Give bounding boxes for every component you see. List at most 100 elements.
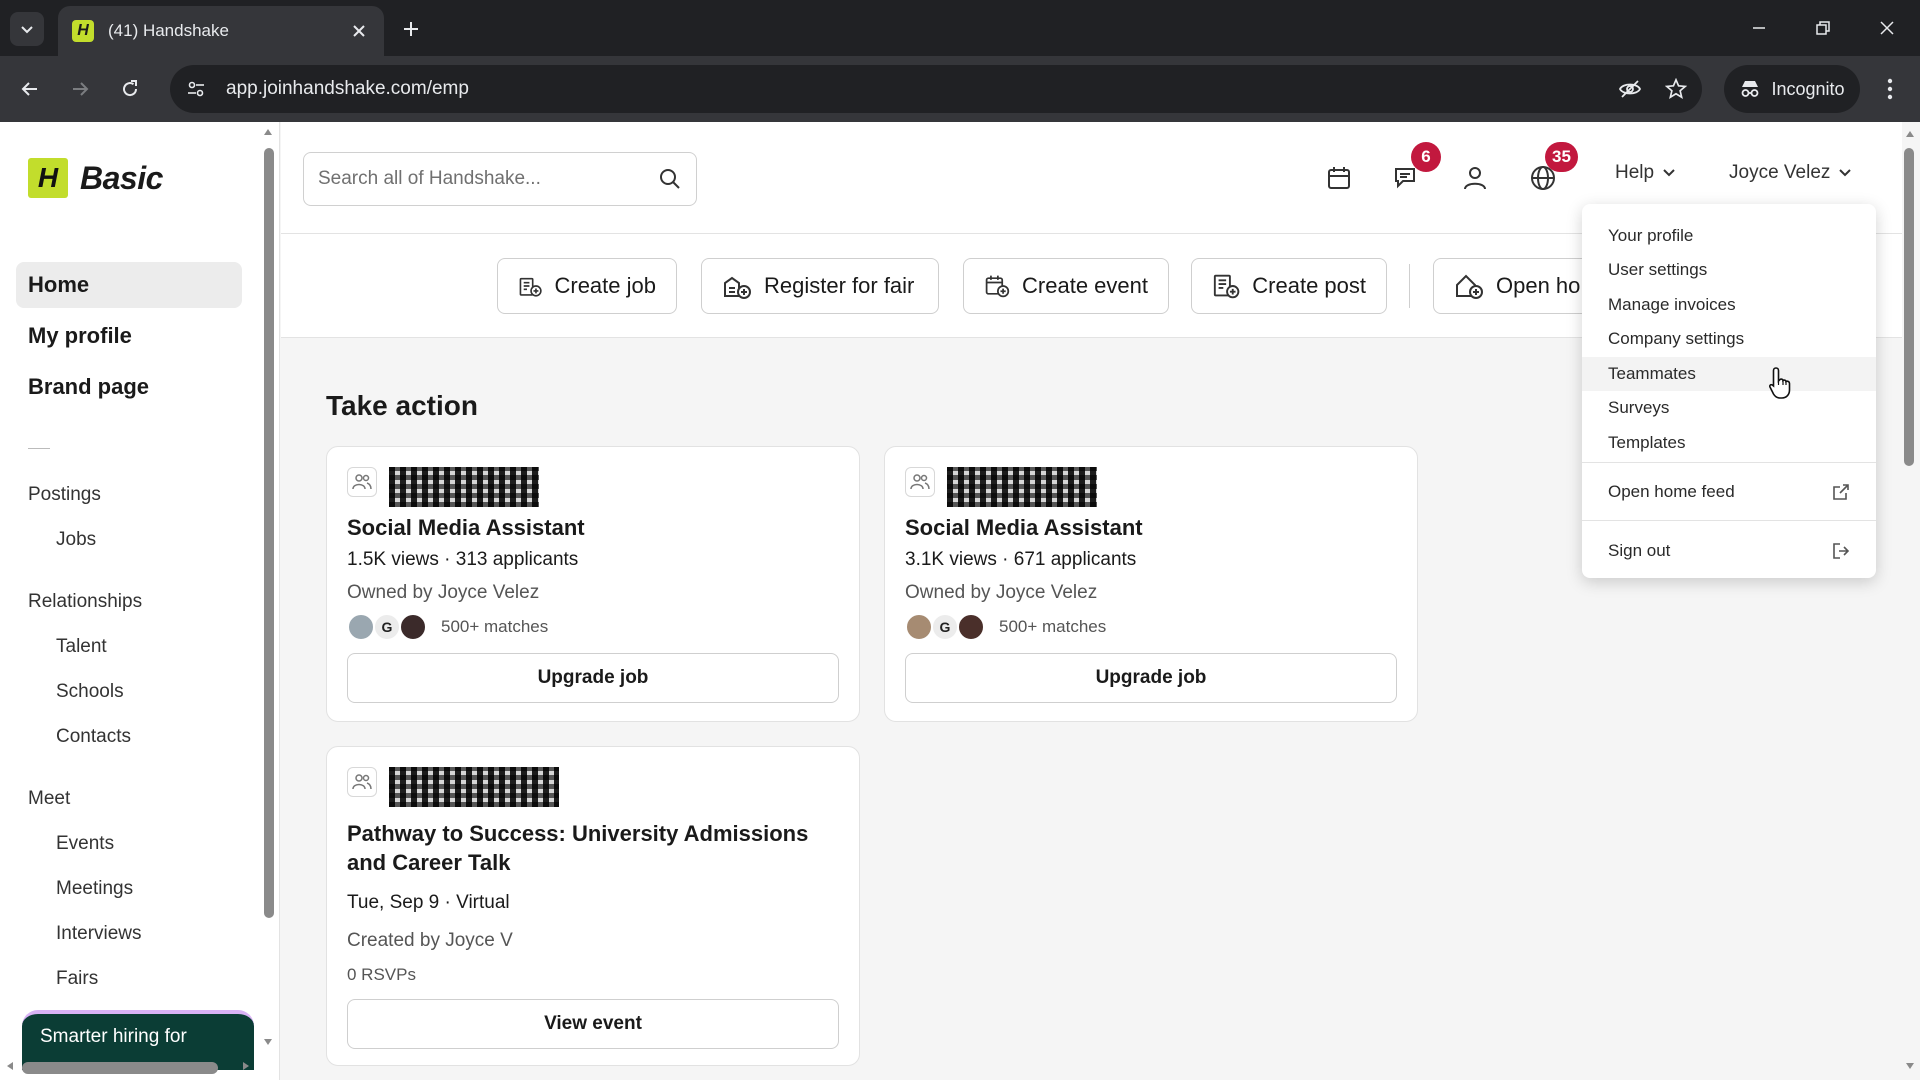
eye-off-icon bbox=[1618, 80, 1642, 98]
nav-talent[interactable]: Talent bbox=[56, 636, 107, 658]
nav-contacts[interactable]: Contacts bbox=[56, 726, 131, 748]
people-icon bbox=[910, 474, 930, 490]
team-icon bbox=[347, 467, 377, 497]
nav-my-profile[interactable]: My profile bbox=[16, 313, 242, 359]
arrow-right-icon bbox=[73, 82, 89, 96]
match-count: 500+ matches bbox=[441, 617, 549, 636]
handshake-logo[interactable]: H Basic bbox=[28, 158, 163, 198]
bookmark-button[interactable] bbox=[1656, 69, 1696, 109]
user-menu-button[interactable]: Joyce Velez bbox=[1729, 162, 1852, 184]
triangle-down-icon bbox=[264, 1039, 272, 1045]
people-icon bbox=[352, 474, 372, 490]
incognito-indicator[interactable]: Incognito bbox=[1724, 65, 1860, 113]
event-add-icon bbox=[985, 275, 1010, 298]
menu-item-sign-out[interactable]: Sign out bbox=[1582, 534, 1876, 568]
job-title[interactable]: Social Media Assistant bbox=[905, 513, 1143, 542]
create-post-button[interactable]: Create post bbox=[1191, 258, 1387, 314]
browser-tab-bar: H (41) Handshake bbox=[0, 0, 1920, 56]
sidebar-scrollbar-thumb[interactable] bbox=[264, 148, 274, 918]
job-card[interactable]: Social Media Assistant 1.5K views · 313 … bbox=[326, 446, 860, 722]
forward-button[interactable] bbox=[62, 71, 98, 107]
menu-item-label: Surveys bbox=[1608, 398, 1670, 417]
main-scrollbar-thumb[interactable] bbox=[1904, 148, 1914, 466]
create-job-button[interactable]: Create job bbox=[497, 258, 677, 314]
incognito-label: Incognito bbox=[1771, 78, 1845, 99]
main-scroll-down-button[interactable] bbox=[1904, 1060, 1916, 1072]
avatar bbox=[399, 613, 427, 641]
triangle-left-icon bbox=[7, 1062, 13, 1070]
global-search[interactable] bbox=[303, 152, 697, 206]
restore-button[interactable] bbox=[1800, 8, 1846, 48]
upgrade-promo-banner[interactable]: Smarter hiring for bbox=[22, 1010, 254, 1070]
search-input[interactable] bbox=[318, 168, 658, 190]
url-text[interactable]: app.joinhandshake.com/emp bbox=[226, 78, 1610, 100]
menu-item-your-profile[interactable]: Your profile bbox=[1582, 219, 1876, 253]
event-card[interactable]: Pathway to Success: University Admission… bbox=[326, 746, 860, 1066]
nav-events[interactable]: Events bbox=[56, 833, 114, 855]
main-scroll-up-button[interactable] bbox=[1904, 128, 1916, 140]
new-tab-button[interactable] bbox=[396, 14, 426, 44]
create-event-button[interactable]: Create event bbox=[963, 258, 1169, 314]
calendar-icon bbox=[1328, 167, 1350, 189]
sidebar-scroll-down-button[interactable] bbox=[262, 1036, 274, 1048]
close-window-button[interactable] bbox=[1864, 8, 1910, 48]
tracking-protection-button[interactable] bbox=[1610, 69, 1650, 109]
company-logo-redacted bbox=[947, 467, 1097, 507]
register-for-fair-button[interactable]: Register for fair bbox=[701, 258, 939, 314]
quick-actions-divider bbox=[1409, 264, 1410, 308]
address-bar[interactable]: app.joinhandshake.com/emp bbox=[170, 65, 1702, 113]
nav-jobs[interactable]: Jobs bbox=[56, 529, 96, 551]
site-info-button[interactable] bbox=[176, 69, 216, 109]
menu-divider bbox=[1582, 462, 1876, 463]
search-icon[interactable] bbox=[658, 167, 682, 191]
sidebar-horizontal-scrollbar-thumb[interactable] bbox=[22, 1062, 218, 1074]
people-button[interactable] bbox=[1453, 156, 1497, 200]
menu-item-surveys[interactable]: Surveys bbox=[1582, 391, 1876, 425]
menu-item-user-settings[interactable]: User settings bbox=[1582, 253, 1876, 287]
nav-home[interactable]: Home bbox=[16, 262, 242, 308]
nav-meetings[interactable]: Meetings bbox=[56, 878, 133, 900]
nav-interviews[interactable]: Interviews bbox=[56, 923, 142, 945]
upgrade-job-button[interactable]: Upgrade job bbox=[347, 653, 839, 703]
job-post-icon bbox=[519, 277, 542, 297]
job-title[interactable]: Social Media Assistant bbox=[347, 513, 585, 542]
take-action-heading: Take action bbox=[326, 390, 478, 421]
create-event-label: Create event bbox=[1022, 273, 1148, 298]
event-creator: Created by Joyce V bbox=[347, 930, 513, 951]
job-card[interactable]: Social Media Assistant 3.1K views · 671 … bbox=[884, 446, 1418, 722]
calendar-button[interactable] bbox=[1317, 156, 1361, 200]
sidebar-scroll-right-button[interactable] bbox=[240, 1060, 252, 1072]
sidebar-scroll-left-button[interactable] bbox=[4, 1060, 16, 1072]
upgrade-job-button[interactable]: Upgrade job bbox=[905, 653, 1397, 703]
browser-menu-button[interactable] bbox=[1874, 73, 1906, 105]
arrow-left-icon bbox=[21, 82, 37, 96]
home-feed-icon bbox=[1456, 274, 1483, 299]
nav-brand-page[interactable]: Brand page bbox=[16, 364, 242, 410]
back-button[interactable] bbox=[12, 71, 48, 107]
organization-logo-redacted bbox=[389, 767, 559, 807]
reload-button[interactable] bbox=[112, 71, 148, 107]
tab-close-button[interactable] bbox=[348, 20, 370, 42]
triangle-right-icon bbox=[243, 1062, 249, 1070]
menu-item-templates[interactable]: Templates bbox=[1582, 426, 1876, 460]
browser-tab[interactable]: H (41) Handshake bbox=[58, 6, 384, 56]
menu-item-company-settings[interactable]: Company settings bbox=[1582, 322, 1876, 356]
people-icon bbox=[352, 774, 372, 790]
menu-item-manage-invoices[interactable]: Manage invoices bbox=[1582, 288, 1876, 322]
view-event-button[interactable]: View event bbox=[347, 999, 839, 1049]
event-date: Tue, Sep 9 · Virtual bbox=[347, 892, 510, 913]
tab-search-button[interactable] bbox=[10, 12, 44, 46]
event-title-line-1[interactable]: Pathway to Success: University Admission… bbox=[347, 819, 808, 848]
help-menu-button[interactable]: Help bbox=[1615, 162, 1676, 184]
menu-item-teammates[interactable]: Teammates bbox=[1582, 357, 1876, 391]
menu-item-label: Your profile bbox=[1608, 226, 1694, 245]
sidebar-scroll-up-button[interactable] bbox=[262, 126, 274, 138]
nav-schools[interactable]: Schools bbox=[56, 681, 124, 703]
event-title-line-2[interactable]: and Career Talk bbox=[347, 848, 510, 877]
external-link-icon bbox=[1833, 484, 1849, 500]
menu-item-open-home-feed[interactable]: Open home feed bbox=[1582, 475, 1876, 509]
nav-fairs[interactable]: Fairs bbox=[56, 968, 98, 990]
nav-section-relationships: Relationships bbox=[28, 591, 143, 612]
minimize-button[interactable] bbox=[1736, 8, 1782, 48]
left-sidebar: H Basic Home My profile Brand page Posti… bbox=[0, 122, 280, 1080]
